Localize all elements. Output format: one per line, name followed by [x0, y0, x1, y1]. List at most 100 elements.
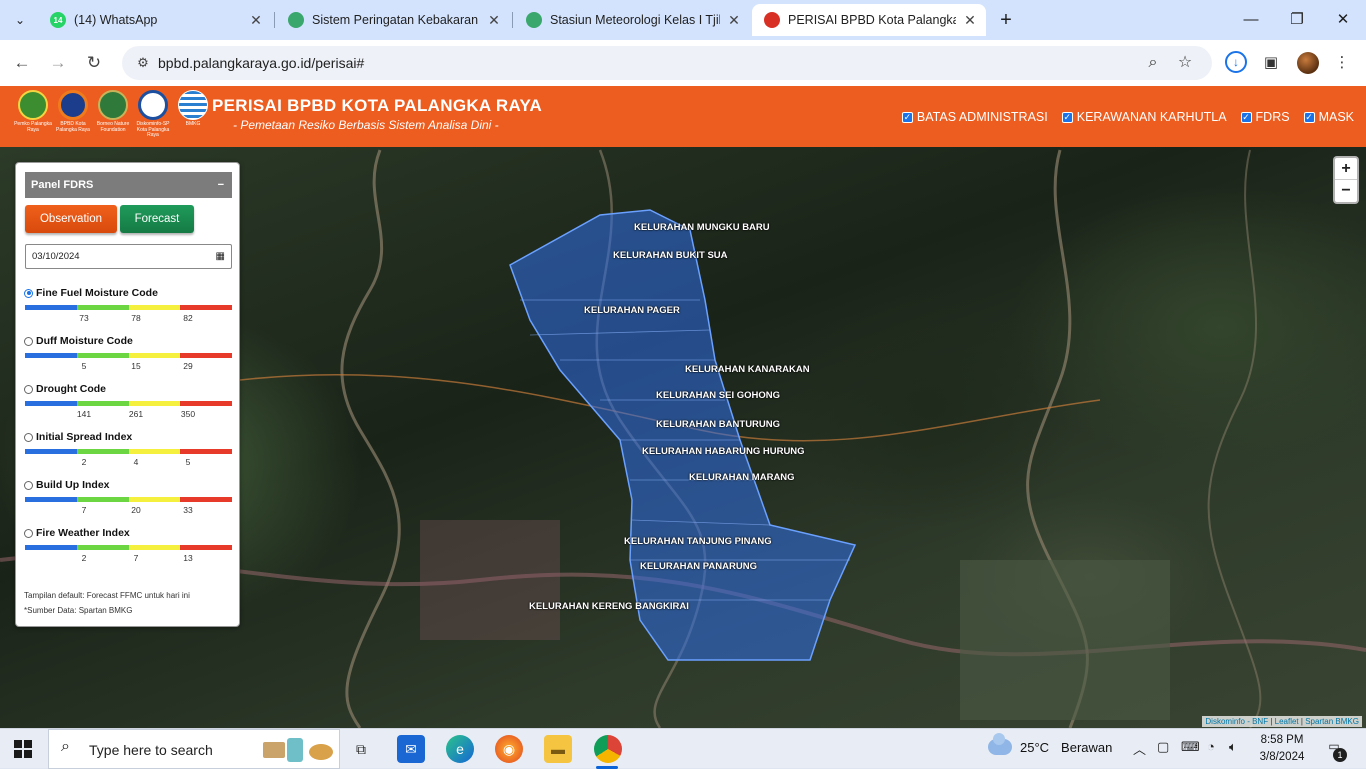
index-option[interactable]: Duff Moisture Code 5 15 29	[24, 335, 234, 373]
new-tab-plus-icon[interactable]: +	[994, 8, 1018, 32]
scale-thresholds: 2 4 5	[25, 457, 232, 469]
panel-note-source: *Sumber Data: Spartan BMKG	[24, 606, 133, 615]
index-label[interactable]: Build Up Index	[24, 479, 234, 491]
radio-unselected-icon[interactable]	[24, 432, 33, 442]
chrome-icon[interactable]	[594, 735, 622, 763]
calendar-icon[interactable]: ▦	[216, 245, 225, 268]
index-option[interactable]: Build Up Index 7 20 33	[24, 479, 234, 517]
profile-avatar[interactable]	[1297, 52, 1319, 74]
index-label[interactable]: Initial Spread Index	[24, 431, 234, 443]
edge-icon[interactable]: e	[446, 735, 474, 763]
toggle-fdrs[interactable]: ✓ FDRS	[1240, 110, 1290, 124]
label-bukit-sua: KELURAHAN BUKIT SUA	[613, 250, 728, 261]
close-tab-icon[interactable]: ✕	[962, 12, 978, 29]
windows-start-icon[interactable]	[14, 740, 32, 758]
kebab-menu-icon[interactable]: ⋮	[1330, 51, 1354, 75]
scale-segment	[180, 497, 232, 502]
observation-button[interactable]: Observation	[25, 205, 117, 233]
close-tab-icon[interactable]: ✕	[726, 12, 742, 29]
date-input[interactable]: 03/10/2024 ▦	[25, 244, 232, 269]
threshold-value: 20	[131, 505, 141, 515]
taskbar-search[interactable]: ⌕ Type here to search	[48, 729, 340, 769]
index-option[interactable]: Fine Fuel Moisture Code 73 78 82	[24, 287, 234, 325]
checkbox-checked-icon[interactable]: ✓	[1240, 111, 1252, 123]
tab-perisai[interactable]: PERISAI BPBD Kota Palangka Ra ✕	[752, 4, 986, 36]
zoom-out-button[interactable]: −	[1335, 180, 1357, 202]
checkbox-checked-icon[interactable]: ✓	[1061, 111, 1073, 123]
index-label[interactable]: Fire Weather Index	[24, 527, 234, 539]
back-arrow-icon[interactable]: ←	[10, 51, 34, 75]
restore-icon[interactable]: ❐	[1285, 8, 1309, 32]
close-tab-icon[interactable]: ✕	[486, 12, 502, 29]
zoom-magnifier-icon[interactable]: ⌕	[1142, 53, 1164, 73]
radio-unselected-icon[interactable]	[24, 384, 33, 394]
close-tab-icon[interactable]: ✕	[248, 12, 264, 29]
site-info-icon[interactable]: ⚙	[134, 54, 152, 72]
scale-segment	[128, 401, 181, 406]
logo-bnf: Borneo Nature Foundation	[94, 90, 132, 142]
tab-sistem-peringatan[interactable]: Sistem Peringatan Kebakaran H ✕	[276, 4, 510, 36]
forward-arrow-icon[interactable]: →	[46, 51, 70, 75]
volume-icon[interactable]: 🔈︎	[1229, 739, 1237, 755]
url-text[interactable]: bpbd.palangkaraya.go.id/perisai#	[158, 55, 364, 71]
weather-widget[interactable]: 25°C Berawan	[988, 733, 1112, 755]
field-block	[420, 520, 560, 640]
color-scale-bar	[25, 449, 232, 454]
scale-segment	[128, 449, 181, 454]
ime-icon[interactable]: ⌨	[1181, 739, 1200, 755]
tab-whatsapp[interactable]: 14 (14) WhatsApp ✕	[38, 4, 272, 36]
download-icon[interactable]: ↓	[1225, 51, 1247, 73]
bookmark-star-icon[interactable]: ☆	[1174, 53, 1196, 73]
close-window-icon[interactable]: ✕	[1331, 8, 1355, 32]
zoom-in-button[interactable]: +	[1335, 158, 1357, 180]
bpbd-emblem-icon	[58, 90, 88, 120]
threshold-value: 261	[128, 409, 144, 419]
minimize-icon[interactable]: —	[1239, 8, 1263, 32]
scale-segment	[76, 545, 129, 550]
label-panarung: KELURAHAN PANARUNG	[640, 561, 757, 572]
index-label[interactable]: Fine Fuel Moisture Code	[24, 287, 234, 299]
taskbar-clock[interactable]: 8:58 PM 3/8/2024	[1252, 732, 1312, 766]
task-view-icon[interactable]: ⧉	[347, 735, 375, 763]
scale-segment	[76, 497, 129, 502]
radio-selected-icon[interactable]	[24, 288, 33, 298]
wifi-icon[interactable]: ◔	[1207, 739, 1215, 754]
tray-chevron-up-icon[interactable]: ︿	[1133, 739, 1146, 758]
threshold-value: 350	[180, 409, 196, 419]
scale-segment	[128, 353, 181, 358]
scale-segment	[128, 545, 181, 550]
threshold-value: 5	[185, 457, 191, 467]
scale-segment	[180, 353, 232, 358]
mail-icon[interactable]: ✉	[397, 735, 425, 763]
scale-segment	[180, 449, 232, 454]
forecast-button[interactable]: Forecast	[120, 205, 194, 233]
toggle-batas-administrasi[interactable]: ✓ BATAS ADMINISTRASI	[901, 110, 1048, 124]
toggle-kerawanan-karhutla[interactable]: ✓ KERAWANAN KARHUTLA	[1061, 110, 1227, 124]
index-label[interactable]: Duff Moisture Code	[24, 335, 234, 347]
side-panel-icon[interactable]: ▣	[1259, 51, 1283, 75]
toggle-mask[interactable]: ✓ MASK	[1303, 110, 1354, 124]
index-option[interactable]: Initial Spread Index 2 4 5	[24, 431, 234, 469]
checkbox-checked-icon[interactable]: ✓	[1303, 111, 1315, 123]
index-option[interactable]: Drought Code 141 261 350	[24, 383, 234, 421]
radio-unselected-icon[interactable]	[24, 528, 33, 538]
omnibox[interactable]: ⚙ bpbd.palangkaraya.go.id/perisai# ⌕ ☆	[122, 46, 1212, 80]
address-bar: ← → ↻ ⚙ bpbd.palangkaraya.go.id/perisai#…	[0, 40, 1366, 86]
tab-stasiun-meteorologi[interactable]: Stasiun Meteorologi Kelas I Tjili ✕	[514, 4, 750, 36]
firefox-icon[interactable]: ◉	[495, 735, 523, 763]
checkbox-checked-icon[interactable]: ✓	[901, 111, 913, 123]
index-option[interactable]: Fire Weather Index 2 7 13	[24, 527, 234, 565]
logo-pemko: Pemko Palangka Raya	[14, 90, 52, 142]
label-pager: KELURAHAN PAGER	[584, 305, 680, 316]
index-label[interactable]: Drought Code	[24, 383, 234, 395]
tab-search-chevron-icon[interactable]: ⌄	[6, 6, 34, 34]
threshold-value: 13	[183, 553, 193, 563]
radio-unselected-icon[interactable]	[24, 336, 33, 346]
radio-unselected-icon[interactable]	[24, 480, 33, 490]
file-explorer-icon[interactable]: ▬	[544, 735, 572, 763]
logo-diskominfo: Diskominfo-SP Kota Palangka Raya	[134, 90, 172, 142]
collapse-panel-button[interactable]: −	[218, 172, 224, 198]
reload-icon[interactable]: ↻	[82, 51, 106, 75]
meet-now-icon[interactable]: ▢	[1157, 739, 1169, 755]
fdrs-polygon[interactable]	[509, 209, 857, 661]
